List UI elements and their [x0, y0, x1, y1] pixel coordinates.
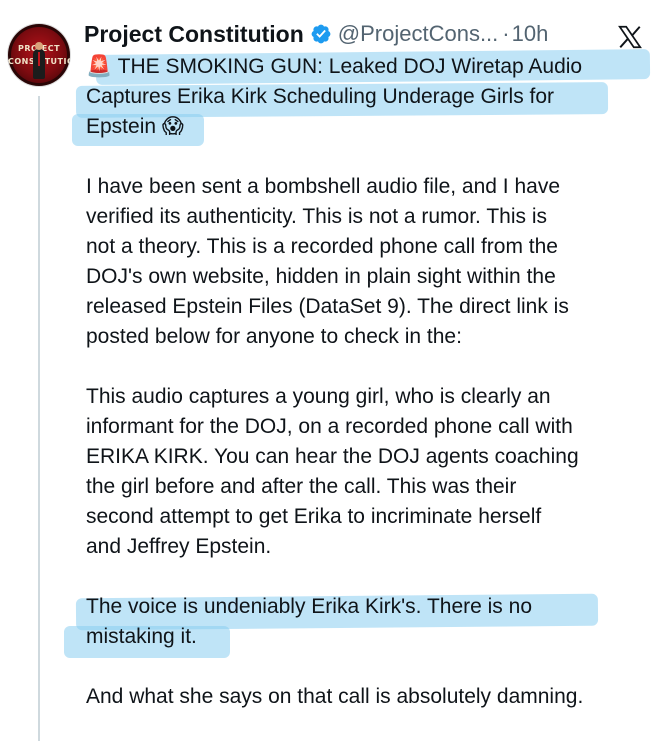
paragraph-line: This audio captures a young girl, who is…: [86, 385, 551, 408]
paragraph-line: posted below for anyone to check in the:: [86, 325, 462, 348]
paragraph-line: ERIKA KIRK. You can hear the DOJ agents …: [86, 445, 579, 468]
paragraph-line: DOJ's own website, hidden in plain sight…: [86, 265, 556, 288]
paragraph-line: the girl before and after the call. This…: [86, 475, 517, 498]
verified-badge-icon: [311, 24, 331, 44]
x-logo-icon[interactable]: [617, 24, 643, 50]
paragraph-line: I have been sent a bombshell audio file,…: [86, 175, 560, 198]
paragraph-line: verified its authenticity. This is not a…: [86, 205, 548, 228]
headline-line-1: 🚨 THE SMOKING GUN: Leaked DOJ Wiretap Au…: [86, 55, 583, 78]
tweet[interactable]: PROJECT CONSTITUTION Project Constitutio…: [0, 0, 652, 741]
paragraph-4: And what she says on that call is absolu…: [86, 682, 642, 712]
headline-line-3: Epstein 😱: [86, 115, 184, 138]
headline-line-2: Captures Erika Kirk Scheduling Underage …: [86, 85, 555, 108]
post-body: 🚨 THE SMOKING GUN: Leaked DOJ Wiretap Au…: [86, 52, 642, 712]
paragraph-line: released Epstein Files (DataSet 9). The …: [86, 295, 569, 318]
post-header: Project Constitution @ProjectCons... · 1…: [84, 16, 644, 52]
author-name[interactable]: Project Constitution: [84, 21, 304, 48]
separator-dot: ·: [502, 21, 510, 46]
siren-emoji: 🚨: [86, 55, 113, 78]
paragraph-1: I have been sent a bombshell audio file,…: [86, 172, 642, 352]
paragraph-line: not a theory. This is a recorded phone c…: [86, 235, 558, 258]
avatar-figure: [33, 42, 45, 79]
shocked-emoji: 😱: [161, 115, 184, 138]
avatar[interactable]: PROJECT CONSTITUTION: [8, 24, 70, 86]
author-handle[interactable]: @ProjectCons...: [338, 21, 499, 47]
headline: 🚨 THE SMOKING GUN: Leaked DOJ Wiretap Au…: [86, 52, 642, 142]
paragraph-line: And what she says on that call is absolu…: [86, 685, 584, 708]
paragraph-line: informant for the DOJ, on a recorded pho…: [86, 415, 573, 438]
thread-line: [38, 96, 40, 741]
paragraph-3: The voice is undeniably Erika Kirk's. Th…: [86, 592, 642, 652]
paragraph-2: This audio captures a young girl, who is…: [86, 382, 642, 562]
paragraph-line: and Jeffrey Epstein.: [86, 535, 272, 558]
post-time[interactable]: 10h: [512, 21, 549, 47]
paragraph-line: second attempt to get Erika to incrimina…: [86, 505, 542, 528]
paragraph-line: mistaking it.: [86, 625, 197, 648]
paragraph-line: The voice is undeniably Erika Kirk's. Th…: [86, 595, 532, 618]
